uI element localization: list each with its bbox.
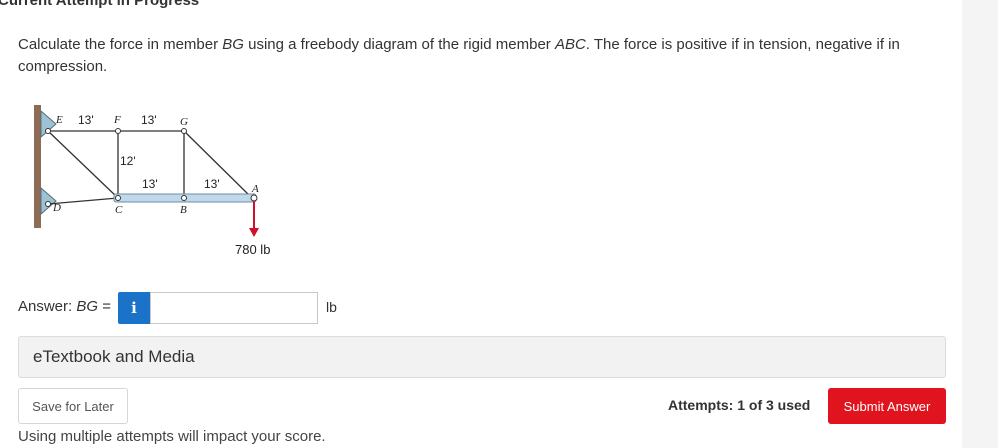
answer-label: Answer: BG = — [18, 298, 111, 315]
question-text: Calculate the force in member BG using a… — [18, 34, 938, 78]
etextbook-media-label: eTextbook and Media — [33, 347, 195, 366]
attempts-counter: Attempts: 1 of 3 used — [668, 397, 811, 413]
question-text-part2: using a freebody diagram of the rigid me… — [243, 36, 555, 53]
info-icon[interactable]: i — [118, 292, 150, 324]
dim-fg: 13' — [141, 113, 157, 127]
truss-figure: E F G D C B A 13' 13' 12' 13' 13' 780 lb — [34, 100, 282, 257]
dim-ba: 13' — [204, 177, 220, 191]
dim-ef: 13' — [78, 113, 94, 127]
point-e-label: E — [55, 114, 63, 126]
wall — [34, 105, 41, 228]
question-panel: Current Attempt in Progress Calculate th… — [0, 0, 962, 448]
question-text-part1: Calculate the force in member — [18, 36, 223, 53]
save-for-later-button[interactable]: Save for Later — [18, 388, 128, 424]
attempt-status-header: Current Attempt in Progress — [0, 0, 200, 9]
unit-label: lb — [326, 299, 337, 315]
question-body: ABC — [554, 36, 586, 53]
etextbook-media-bar[interactable]: eTextbook and Media — [18, 336, 946, 378]
point-c-label: C — [115, 204, 123, 216]
dim-cb: 13' — [142, 177, 158, 191]
dim-vertical: 12' — [120, 154, 136, 168]
point-b-label: B — [180, 204, 187, 216]
load-label: 780 lb — [235, 242, 270, 257]
question-member: BG — [222, 36, 244, 53]
point-f-label: F — [113, 114, 121, 126]
point-d-label: D — [52, 202, 61, 214]
answer-input[interactable] — [150, 292, 318, 324]
submit-answer-button[interactable]: Submit Answer — [828, 388, 946, 424]
point-g-label: G — [180, 116, 188, 128]
attempts-note: Using multiple attempts will impact your… — [18, 428, 326, 445]
point-a-label: A — [251, 183, 259, 195]
